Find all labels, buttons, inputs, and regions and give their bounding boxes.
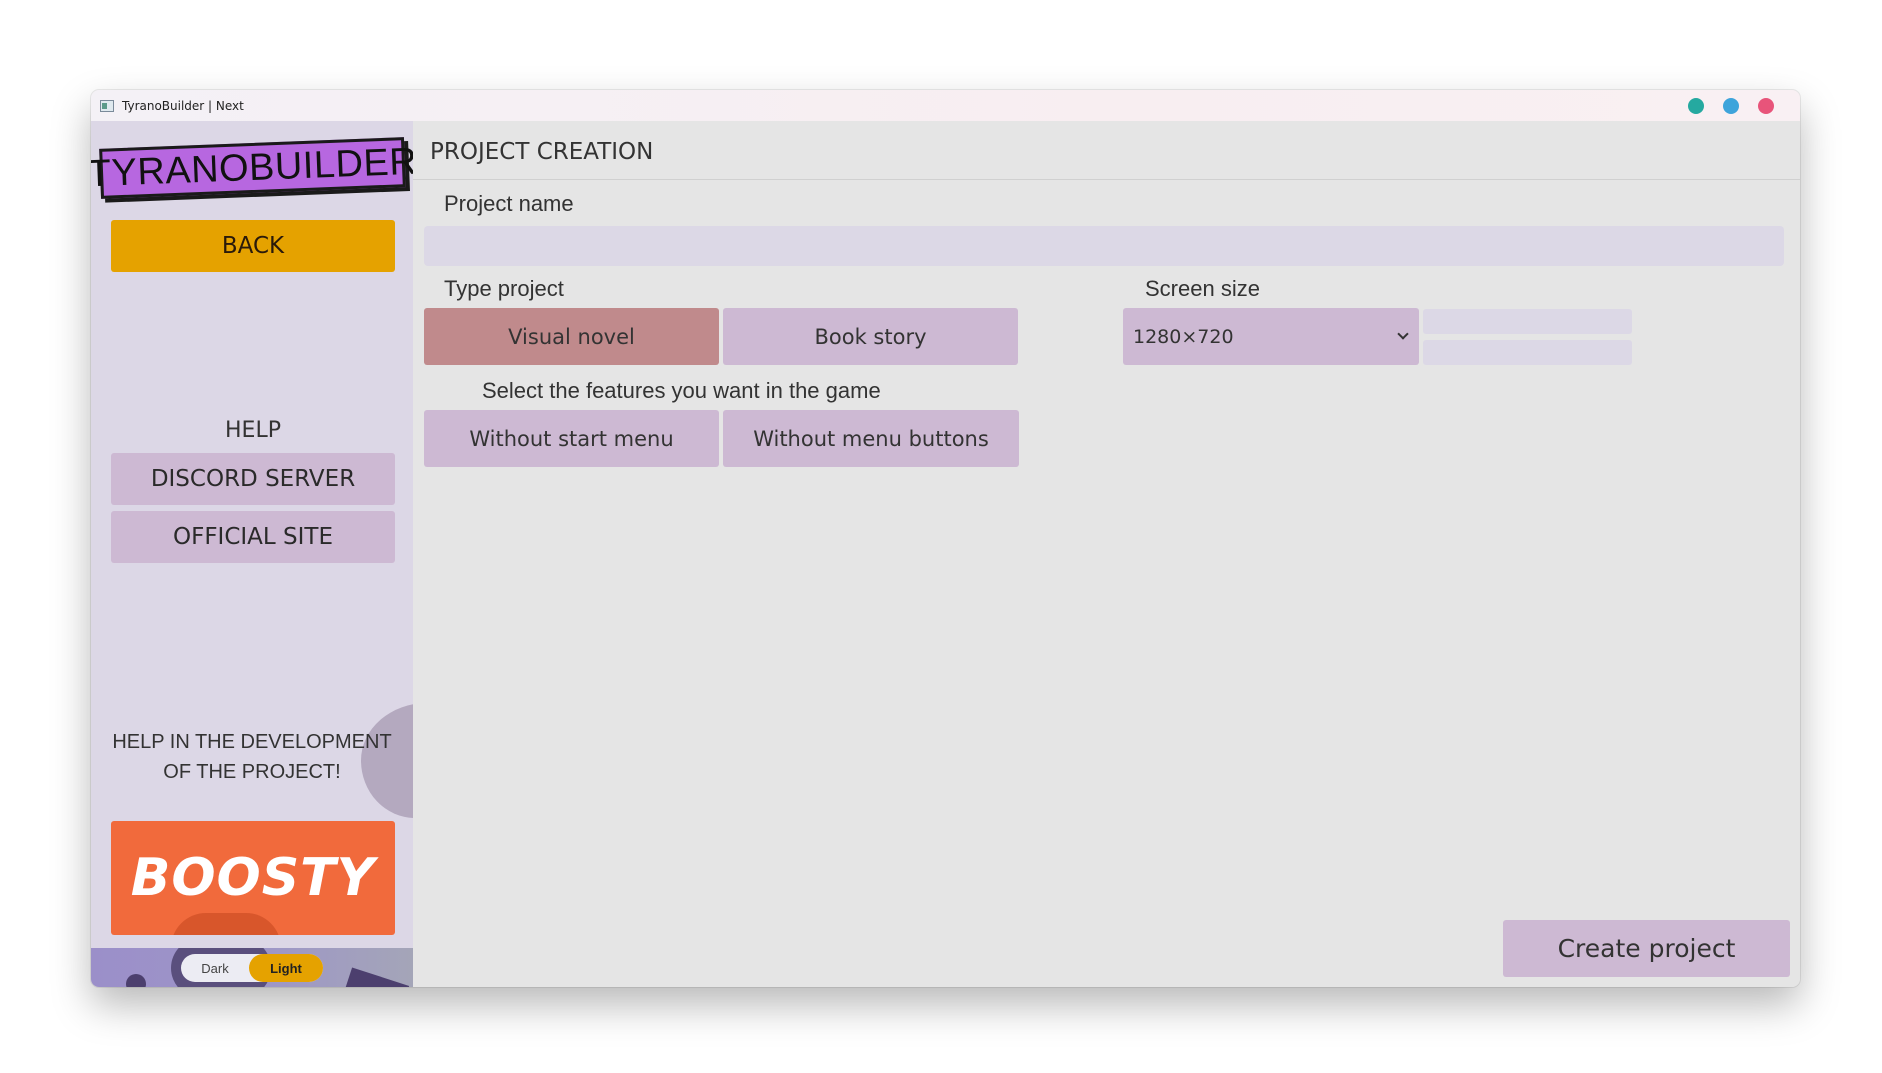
boosty-decoration [171,913,281,935]
official-site-button[interactable]: OFFICIAL SITE [111,511,395,563]
create-project-button[interactable]: Create project [1503,920,1790,977]
support-line-2: OF THE PROJECT! [163,761,341,783]
project-name-label: Project name [444,191,574,216]
theme-toggle[interactable]: Dark Light [181,954,323,982]
support-text: HELP IN THE DEVELOPMENT OF THE PROJECT! [91,727,413,787]
feature-without-start-menu-button[interactable]: Without start menu [424,410,719,467]
help-heading: HELP [225,418,281,443]
theme-strip: Dark Light [91,948,413,987]
page-title: PROJECT CREATION [430,139,654,165]
custom-height-field[interactable] [1423,340,1632,365]
project-name-input[interactable] [424,226,1784,266]
screen-size-select[interactable]: 1280×720 [1123,308,1419,365]
decorative-shape [126,974,146,987]
features-label: Select the features you want in the game [482,378,881,403]
boosty-label: BOOSTY [130,848,376,908]
decorative-shape [342,967,410,987]
type-book-story-button[interactable]: Book story [723,308,1018,365]
sidebar: TYRANOBUILDER BACK HELP DISCORD SERVER O… [91,121,413,987]
minimize-button[interactable] [1688,98,1704,114]
type-project-label: Type project [444,276,564,301]
tyranobuilder-logo: TYRANOBUILDER [91,137,413,199]
type-visual-novel-button[interactable]: Visual novel [424,308,719,365]
project-creation-panel: PROJECT CREATION Project name Type proje… [413,121,1800,987]
back-button[interactable]: BACK [111,220,395,272]
boosty-button[interactable]: BOOSTY [111,821,395,935]
screen-size-label: Screen size [1145,276,1260,301]
divider [413,179,1800,180]
close-button[interactable] [1758,98,1774,114]
theme-light-option[interactable]: Light [249,954,323,982]
window-title: TyranoBuilder | Next [122,98,244,113]
window-controls [1688,98,1774,114]
app-icon [100,99,114,112]
title-bar: TyranoBuilder | Next [91,90,1800,121]
support-line-1: HELP IN THE DEVELOPMENT [112,731,392,753]
theme-dark-option[interactable]: Dark [181,954,249,982]
app-window: TyranoBuilder | Next TYRANOBUILDER BACK … [91,90,1800,987]
feature-without-menu-buttons-button[interactable]: Without menu buttons [723,410,1019,467]
custom-width-field[interactable] [1423,309,1632,334]
discord-server-button[interactable]: DISCORD SERVER [111,453,395,505]
chevron-down-icon [1397,328,1409,340]
screen-size-value: 1280×720 [1133,325,1234,348]
maximize-button[interactable] [1723,98,1739,114]
